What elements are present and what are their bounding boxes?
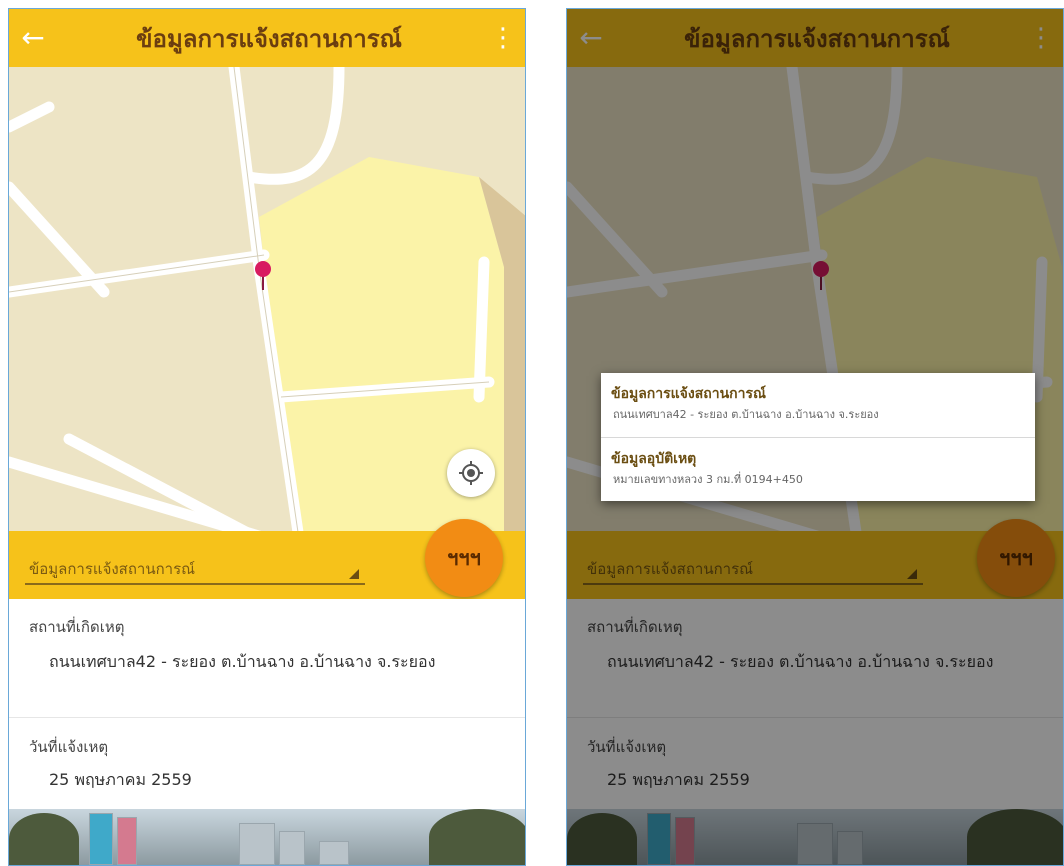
popup-item-accident-info[interactable]: ข้อมูลอุบัติเหตุ หมายเลขทางหลวง 3 กม.ที่…: [601, 437, 1035, 502]
dropdown-arrow-icon: [349, 569, 359, 579]
report-date-field: วันที่แจ้งเหตุ 25 พฤษภาคม 2559: [9, 717, 525, 807]
location-label: สถานที่เกิดเหตุ: [29, 618, 125, 636]
screen-right: ← ข้อมูลการแจ้งสถานการณ์ ⋮ ข้อมูลการแจ้ง…: [566, 8, 1064, 866]
screen-left: ← ข้อมูลการแจ้งสถานการณ์ ⋮ ข้อมูลการแจ้ง…: [8, 8, 526, 866]
location-field: สถานที่เกิดเหตุ ถนนเทศบาล42 - ระยอง ต.บ้…: [9, 599, 525, 718]
incident-photo[interactable]: [9, 809, 525, 865]
info-type-popup-menu: ข้อมูลการแจ้งสถานการณ์ ถนนเทศบาล42 - ระย…: [601, 373, 1035, 501]
action-fab-button[interactable]: ฯฯฯ: [425, 519, 503, 597]
more-menu-icon[interactable]: ⋮: [481, 23, 525, 53]
popup-item-title: ข้อมูลอุบัติเหตุ: [611, 451, 697, 467]
my-location-icon: [459, 461, 483, 485]
location-value: ถนนเทศบาล42 - ระยอง ต.บ้านฉาง อ.บ้านฉาง …: [49, 652, 436, 671]
report-date-label: วันที่แจ้งเหตุ: [29, 738, 109, 756]
back-arrow-icon[interactable]: ←: [9, 9, 57, 67]
page-title: ข้อมูลการแจ้งสถานการณ์: [136, 24, 402, 53]
popup-item-subtitle: หมายเลขทางหลวง 3 กม.ที่ 0194+450: [613, 473, 803, 486]
popup-item-subtitle: ถนนเทศบาล42 - ระยอง ต.บ้านฉาง อ.บ้านฉาง …: [613, 408, 879, 421]
popup-item-situation-report[interactable]: ข้อมูลการแจ้งสถานการณ์ ถนนเทศบาล42 - ระย…: [601, 373, 1035, 437]
info-type-dropdown[interactable]: ข้อมูลการแจ้งสถานการณ์: [25, 549, 365, 585]
popup-item-title: ข้อมูลการแจ้งสถานการณ์: [611, 386, 767, 402]
dropdown-selected-value: ข้อมูลการแจ้งสถานการณ์: [29, 560, 196, 578]
fab-label: ฯฯฯ: [447, 546, 481, 570]
detail-panel: สถานที่เกิดเหตุ ถนนเทศบาล42 - ระยอง ต.บ้…: [9, 599, 525, 865]
app-bar: ← ข้อมูลการแจ้งสถานการณ์ ⋮: [9, 9, 525, 67]
report-date-value: 25 พฤษภาคม 2559: [49, 770, 192, 789]
my-location-button[interactable]: [447, 449, 495, 497]
